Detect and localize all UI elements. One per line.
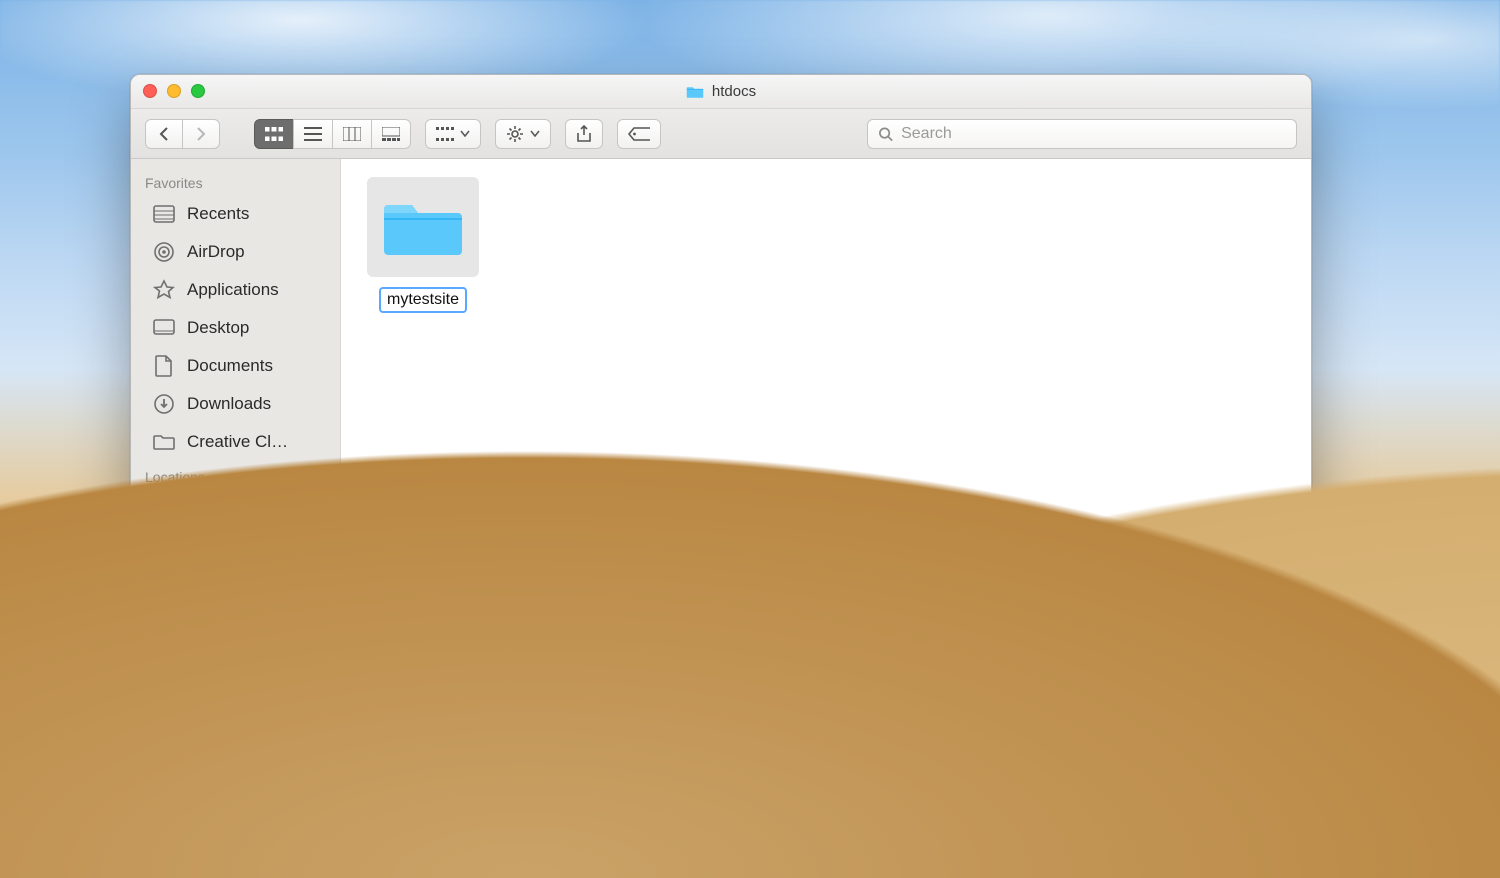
share-icon (576, 125, 592, 143)
forward-button[interactable] (182, 119, 220, 149)
window-title: htdocs (686, 83, 756, 100)
sidebar-item-icloud[interactable]: iCloud Drive (131, 489, 340, 527)
share-button[interactable] (565, 119, 603, 149)
desktop-background: htdocs (0, 0, 1500, 878)
sidebar-item-label: iCloud Drive (187, 498, 280, 518)
icloud-icon (153, 497, 175, 519)
sidebar-tag-orange[interactable]: Orange (131, 631, 340, 669)
sidebar: Favorites Recents AirDrop (131, 159, 341, 721)
folder-name-editing[interactable]: mytestsite (379, 287, 467, 313)
sidebar-item-downloads[interactable]: Downloads (131, 385, 340, 423)
sidebar-item-label: Orange (187, 640, 244, 660)
tags-button[interactable] (617, 119, 661, 149)
nav-buttons (145, 119, 220, 149)
sidebar-section-favorites: Favorites (131, 167, 340, 195)
zoom-button[interactable] (191, 84, 205, 98)
search-input[interactable] (901, 125, 1286, 143)
view-gallery-button[interactable] (371, 119, 411, 149)
tag-orange-icon (153, 639, 175, 661)
sidebar-item-label: Red (187, 602, 218, 622)
desktop-icon (153, 317, 175, 339)
action-menu-button[interactable] (495, 119, 551, 149)
chevron-down-icon (530, 130, 540, 138)
window-controls (143, 84, 205, 98)
window-title-text: htdocs (712, 83, 756, 100)
sidebar-item-label: Creative Cl… (187, 432, 288, 452)
view-columns-button[interactable] (332, 119, 372, 149)
sidebar-section-tags: Tags (131, 565, 340, 593)
sidebar-item-applications[interactable]: Applications (131, 271, 340, 309)
toolbar (131, 109, 1311, 159)
sidebar-item-recents[interactable]: Recents (131, 195, 340, 233)
group-by-button[interactable] (425, 119, 481, 149)
minimize-button[interactable] (167, 84, 181, 98)
sidebar-item-label: Downloads (187, 394, 271, 414)
sidebar-item-label: Remote Disc (187, 536, 284, 556)
sidebar-item-airdrop[interactable]: AirDrop (131, 233, 340, 271)
folder-icon (686, 85, 704, 99)
folder-icon (153, 431, 175, 453)
sidebar-item-remote-disc[interactable]: Remote Disc (131, 527, 340, 565)
view-list-button[interactable] (293, 119, 333, 149)
search-icon (878, 126, 893, 142)
tag-red-icon (153, 601, 175, 623)
sidebar-item-desktop[interactable]: Desktop (131, 309, 340, 347)
content-area[interactable]: mytestsite (341, 159, 1311, 721)
recents-icon (153, 203, 175, 225)
search-field[interactable] (867, 119, 1297, 149)
folder-icon (367, 177, 479, 277)
documents-icon (153, 355, 175, 377)
folder-item[interactable]: mytestsite (367, 177, 479, 313)
remotedisc-icon (153, 535, 175, 557)
sidebar-item-label: Desktop (187, 318, 249, 338)
gear-icon (506, 125, 524, 143)
tag-icon (628, 127, 650, 141)
airdrop-icon (153, 241, 175, 263)
chevron-down-icon (460, 130, 470, 138)
sidebar-item-creative-cloud[interactable]: Creative Cl… (131, 423, 340, 461)
finder-window: htdocs (130, 74, 1312, 722)
sidebar-tag-red[interactable]: Red (131, 593, 340, 631)
titlebar[interactable]: htdocs (131, 75, 1311, 109)
back-button[interactable] (145, 119, 183, 149)
downloads-icon (153, 393, 175, 415)
sidebar-item-label: Applications (187, 280, 279, 300)
sidebar-item-label: Recents (187, 204, 249, 224)
applications-icon (153, 279, 175, 301)
sidebar-item-documents[interactable]: Documents (131, 347, 340, 385)
close-button[interactable] (143, 84, 157, 98)
sidebar-section-locations: Locations (131, 461, 340, 489)
view-icons-button[interactable] (254, 119, 294, 149)
sidebar-item-label: AirDrop (187, 242, 245, 262)
sidebar-item-label: Documents (187, 356, 273, 376)
view-mode (254, 119, 411, 149)
